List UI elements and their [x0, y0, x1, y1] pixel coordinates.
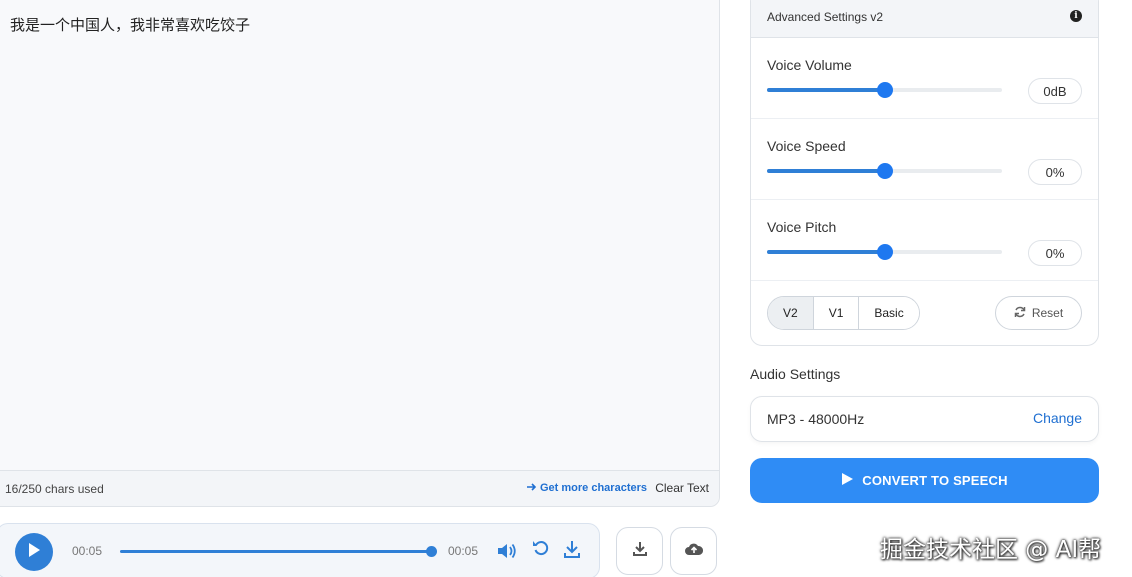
panel-header: Advanced Settings v2 i — [751, 0, 1098, 38]
slider-fill — [767, 169, 885, 173]
voice-speed-row: Voice Speed 0% — [751, 119, 1098, 200]
total-time: 00:05 — [448, 544, 479, 558]
convert-to-speech-button[interactable]: CONVERT TO SPEECH — [750, 458, 1099, 503]
version-basic-button[interactable]: Basic — [859, 297, 919, 329]
slider-knob[interactable] — [876, 163, 893, 179]
download-icon — [632, 541, 647, 561]
convert-label: CONVERT TO SPEECH — [862, 473, 1008, 488]
chars-used-counter: 16/250 chars used — [5, 482, 104, 496]
info-icon[interactable]: i — [1070, 10, 1082, 22]
progress-knob[interactable] — [426, 546, 437, 557]
refresh-icon — [1014, 306, 1026, 321]
arrow-right-icon — [527, 482, 537, 494]
play-icon — [841, 472, 854, 489]
get-more-label: Get more characters — [540, 482, 647, 494]
clear-text-button[interactable]: Clear Text — [655, 481, 709, 495]
audio-settings-heading: Audio Settings — [750, 366, 841, 382]
download-icon[interactable] — [561, 538, 583, 560]
slider-label: Voice Pitch — [767, 219, 837, 235]
slider-knob[interactable] — [876, 82, 893, 98]
slider-label: Voice Speed — [767, 138, 846, 154]
upload-cloud-button[interactable] — [670, 527, 717, 575]
play-button[interactable] — [15, 533, 53, 571]
voice-pitch-row: Voice Pitch 0% — [751, 200, 1098, 281]
version-v1-button[interactable]: V1 — [813, 297, 860, 329]
reset-button[interactable]: Reset — [995, 296, 1082, 330]
editor-footer: 16/250 chars used Get more characters Cl… — [0, 470, 719, 506]
volume-icon[interactable] — [496, 540, 518, 562]
voice-pitch-value: 0% — [1028, 240, 1082, 266]
voice-volume-row: Voice Volume 0dB — [751, 38, 1098, 119]
version-toggle-group: V2 V1 Basic — [767, 296, 920, 330]
watermark: 掘金技术社区 @ AI帮 — [880, 537, 1102, 563]
audio-format: MP3 - 48000Hz — [767, 411, 865, 427]
slider-label: Voice Volume — [767, 57, 852, 73]
tts-app: 我是一个中国人，我非常喜欢吃饺子 16/250 chars used Get m… — [0, 0, 1132, 577]
voice-pitch-slider[interactable] — [767, 244, 1002, 260]
cloud-upload-icon — [684, 542, 703, 561]
progress-bar[interactable] — [120, 546, 437, 557]
voice-speed-value: 0% — [1028, 159, 1082, 185]
get-more-characters-link[interactable]: Get more characters — [527, 482, 647, 494]
panel-title: Advanced Settings v2 — [767, 10, 884, 24]
audio-settings-box: MP3 - 48000Hz Change — [750, 396, 1099, 442]
slider-fill — [767, 88, 885, 92]
download-button[interactable] — [616, 527, 663, 575]
version-v2-button[interactable]: V2 — [768, 297, 814, 329]
voice-volume-slider[interactable] — [767, 82, 1002, 98]
editor-text[interactable]: 我是一个中国人，我非常喜欢吃饺子 — [10, 14, 250, 35]
slider-fill — [767, 250, 885, 254]
reset-label: Reset — [1031, 306, 1064, 320]
voice-volume-value: 0dB — [1028, 78, 1082, 104]
play-icon — [27, 542, 41, 563]
replay-icon[interactable] — [530, 537, 552, 559]
advanced-settings-panel: Advanced Settings v2 i Voice Volume 0dB … — [750, 0, 1099, 346]
audio-player: 00:05 00:05 — [0, 523, 600, 577]
slider-knob[interactable] — [876, 244, 893, 260]
voice-speed-slider[interactable] — [767, 163, 1002, 179]
text-editor[interactable]: 我是一个中国人，我非常喜欢吃饺子 16/250 chars used Get m… — [0, 0, 720, 507]
current-time: 00:05 — [72, 544, 103, 558]
change-audio-link[interactable]: Change — [1033, 410, 1082, 426]
